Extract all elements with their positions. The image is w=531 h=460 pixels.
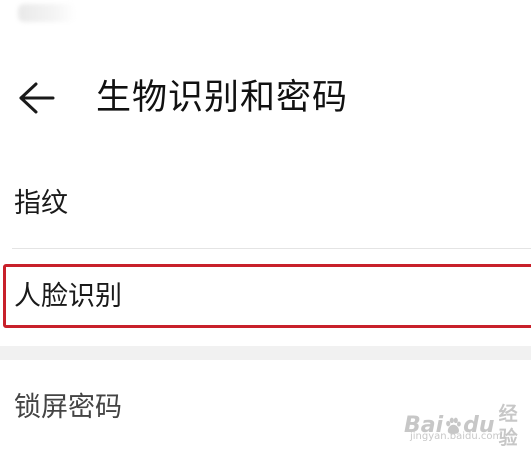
status-bar-blurred-content	[18, 4, 76, 22]
watermark-brand-cn: 经验	[498, 403, 518, 449]
status-bar	[0, 0, 531, 36]
settings-item-fingerprint[interactable]: 指纹	[0, 166, 531, 248]
section-separator	[0, 346, 531, 360]
baidu-jingyan-watermark: Bai du 经验 jingyan.baidu.com	[404, 398, 529, 454]
settings-item-label: 锁屏密码	[14, 392, 122, 423]
settings-item-label: 指纹	[14, 188, 68, 219]
header: 生物识别和密码	[0, 62, 531, 134]
settings-item-face-recognition[interactable]: 人脸识别	[3, 264, 531, 328]
watermark-url: jingyan.baidu.com	[410, 431, 503, 442]
back-button[interactable]	[12, 78, 60, 118]
settings-item-label: 人脸识别	[14, 281, 122, 312]
divider	[12, 248, 531, 249]
settings-screen: 生物识别和密码 指纹 人脸识别 锁屏密码 Bai du 经验 jingyan.b…	[0, 0, 531, 460]
page-title: 生物识别和密码	[96, 78, 349, 118]
arrow-left-icon	[19, 82, 55, 114]
